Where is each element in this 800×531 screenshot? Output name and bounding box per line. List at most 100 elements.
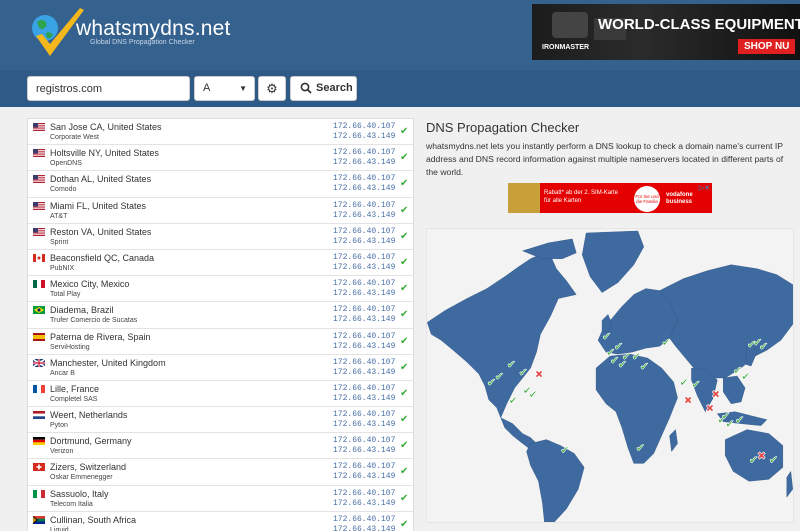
world-map-svg: ✔✔✔✔✔✔✖✔✔✔✔✔✔✔✔ ✔✔✔✔✖✔✖✖✔✔✔✔✔✔✔✔✔✖✔ ✔✔ bbox=[427, 230, 793, 523]
site-header: whatsmydns.net Global DNS Propagation Ch… bbox=[0, 0, 800, 70]
result-ip[interactable]: 172.66.40.107 bbox=[333, 358, 395, 367]
result-ip[interactable]: 172.66.40.107 bbox=[333, 305, 395, 314]
result-location: Mexico City, Mexico bbox=[50, 279, 130, 290]
canadian-arctic-islands bbox=[522, 238, 577, 259]
result-ip[interactable]: 172.66.43.149 bbox=[333, 446, 395, 455]
result-ip[interactable]: 172.66.43.149 bbox=[333, 237, 395, 246]
check-icon: ✔ bbox=[400, 387, 409, 399]
domain-input[interactable] bbox=[27, 76, 190, 101]
result-ip[interactable]: 172.66.40.107 bbox=[333, 410, 395, 419]
result-ip[interactable]: 172.66.43.149 bbox=[333, 315, 395, 324]
result-ip[interactable]: 172.66.43.149 bbox=[333, 289, 395, 298]
result-ip[interactable]: 172.66.40.107 bbox=[333, 201, 395, 210]
north-america-landmass bbox=[427, 250, 577, 419]
result-row[interactable]: Paterna de Rivera, Spain ServiHosting 172.… bbox=[28, 329, 413, 355]
map-cross-icon: ✖ bbox=[683, 394, 692, 407]
us-flag-icon bbox=[33, 175, 45, 184]
result-ip[interactable]: 172.66.40.107 bbox=[333, 174, 395, 183]
result-ip[interactable]: 172.66.40.107 bbox=[333, 384, 395, 393]
result-ip[interactable]: 172.66.43.149 bbox=[333, 184, 395, 193]
result-ip[interactable]: 172.66.40.107 bbox=[333, 515, 395, 524]
us-flag-icon bbox=[33, 149, 45, 158]
us-flag-icon bbox=[33, 227, 45, 236]
check-icon: ✔ bbox=[400, 492, 409, 504]
result-ip[interactable]: 172.66.40.107 bbox=[333, 462, 395, 471]
result-ip[interactable]: 172.66.43.149 bbox=[333, 525, 395, 531]
result-row[interactable]: Cullinan, South Africa Liquid 172.66.40.10… bbox=[28, 512, 413, 531]
result-provider: Trufer Comercio de Sucatas bbox=[50, 317, 138, 325]
result-provider: Corporate West bbox=[50, 134, 99, 141]
result-row[interactable]: Miami FL, United States AT&T 172.66.40.107… bbox=[28, 198, 413, 224]
check-icon: ✔ bbox=[400, 152, 409, 164]
result-location: Beaconsfield QC, Canada bbox=[50, 252, 155, 263]
result-ip[interactable]: 172.66.43.149 bbox=[333, 368, 395, 377]
map-cross-icon: ✖ bbox=[705, 402, 714, 415]
za-flag-icon bbox=[33, 515, 45, 524]
header-ad-banner[interactable]: WORLD-CLASS EQUIPMENT F IRONMASTER SHOP … bbox=[532, 4, 800, 60]
result-ip[interactable]: 172.66.40.107 bbox=[333, 489, 395, 498]
world-map[interactable]: ✔ ✔ ✔ ✔ ✔ ✔ ✖ ✔ ✔ ✔ ✔ ✔ ✔ ✔ ✔ ✔ ✔ ✔ ✔ ✖ ✔ ✖ ✖ ✔ ✔ ✔ ✔ ✔ ✔ ✔ ✔ ✔ ✖ ✔ ✔ ✔ bbox=[426, 228, 794, 523]
result-row[interactable]: Manchester, United Kingdom Ancar B 172.66.… bbox=[28, 355, 413, 381]
result-row[interactable]: Holtsville NY, United States OpenDNS 172.6… bbox=[28, 145, 413, 172]
result-ip[interactable]: 172.66.43.149 bbox=[333, 499, 395, 508]
result-ip[interactable]: 172.66.43.149 bbox=[333, 211, 395, 220]
result-ip[interactable]: 172.66.40.107 bbox=[333, 122, 395, 131]
map-check-icon: ✔ bbox=[680, 376, 689, 389]
result-row[interactable]: Dortmund, Germany Verizon 172.66.40.107 172… bbox=[28, 433, 413, 460]
result-ip[interactable]: 172.66.40.107 bbox=[333, 148, 395, 157]
result-provider: PubNIX bbox=[50, 264, 75, 272]
result-ip[interactable]: 172.66.40.107 bbox=[333, 332, 395, 341]
result-row[interactable]: Weert, Netherlands Pyton 172.66.40.107 172.… bbox=[28, 407, 413, 434]
result-ip[interactable]: 172.66.43.149 bbox=[333, 420, 395, 429]
result-ip[interactable]: 172.66.40.107 bbox=[333, 279, 395, 288]
result-ip[interactable]: 172.66.40.107 bbox=[333, 227, 395, 236]
fr-flag-icon bbox=[33, 384, 45, 393]
result-row[interactable]: Mexico City, Mexico Total Play 172.66.40.1… bbox=[28, 276, 413, 303]
result-provider: Total Play bbox=[50, 291, 81, 299]
result-ip[interactable]: 172.66.43.149 bbox=[333, 263, 395, 272]
result-row[interactable]: San Jose CA, United States Corporate West… bbox=[28, 119, 413, 146]
gear-icon: ⚙ bbox=[266, 81, 278, 96]
map-cross-icon: ✖ bbox=[757, 449, 766, 462]
ch-flag-icon bbox=[33, 463, 45, 472]
result-ip[interactable]: 172.66.43.149 bbox=[333, 158, 395, 167]
record-type-select[interactable]: A ▼ bbox=[194, 76, 255, 101]
result-provider: Sprint bbox=[50, 238, 69, 246]
result-ip[interactable]: 172.66.43.149 bbox=[333, 342, 395, 351]
result-ip[interactable]: 172.66.40.107 bbox=[333, 436, 395, 445]
result-row[interactable]: Reston VA, United States Sprint 172.66.40.… bbox=[28, 224, 413, 250]
us-flag-icon bbox=[33, 123, 45, 131]
search-button[interactable]: Search bbox=[290, 76, 357, 101]
ad-shop-button[interactable]: SHOP NU bbox=[738, 39, 796, 54]
result-location: Holtsville NY, United States bbox=[50, 148, 159, 159]
new-zealand-islands bbox=[786, 470, 793, 498]
check-icon: ✔ bbox=[400, 440, 409, 452]
result-ip[interactable]: 172.66.43.149 bbox=[333, 472, 395, 481]
result-ip[interactable]: 172.66.40.107 bbox=[333, 253, 395, 262]
brand-name[interactable]: whatsmydns.net bbox=[76, 17, 231, 41]
check-icon: ✔ bbox=[400, 309, 409, 321]
result-row[interactable]: Diadema, Brazil Trufer Comercio de Sucata… bbox=[28, 302, 413, 329]
result-row[interactable]: Beaconsfield QC, Canada PubNIX 172.66.40.1… bbox=[28, 250, 413, 277]
asia-landmass bbox=[659, 264, 793, 379]
map-check-icon: ✔ bbox=[509, 394, 518, 407]
map-check-icon: ✔ bbox=[769, 453, 778, 466]
dumbbell-graphic-icon bbox=[552, 12, 588, 38]
result-row[interactable]: Dothan AL, United States Comodo 172.66.40.… bbox=[28, 171, 413, 198]
result-row[interactable]: Zizers, Switzerland Oskar Emmenegger 172.6… bbox=[28, 459, 413, 486]
result-ip[interactable]: 172.66.43.149 bbox=[333, 132, 395, 141]
map-check-icon: ✔ bbox=[519, 366, 528, 379]
es-flag-icon bbox=[33, 332, 45, 341]
result-ip[interactable]: 172.66.43.149 bbox=[333, 394, 395, 403]
ad-close-icon[interactable]: ▷✕ bbox=[699, 184, 710, 192]
results-list: San Jose CA, United States Corporate West… bbox=[27, 118, 414, 531]
search-button-label: Search bbox=[316, 82, 353, 94]
result-provider: Completel SAS bbox=[50, 395, 98, 403]
settings-button[interactable]: ⚙ bbox=[258, 76, 286, 101]
sidebar-ad[interactable]: Rabatt* ab der 2. SIM-Karte für alle Kar… bbox=[507, 182, 713, 214]
result-provider: Ancar B bbox=[50, 369, 75, 377]
result-location: Manchester, United Kingdom bbox=[50, 357, 166, 368]
result-row[interactable]: Sassuolo, Italy Telecom Italia 172.66.40.1… bbox=[28, 486, 413, 512]
result-row[interactable]: Lille, France Completel SAS 172.66.40.107 1… bbox=[28, 381, 413, 408]
result-location: Cullinan, South Africa bbox=[50, 514, 137, 525]
